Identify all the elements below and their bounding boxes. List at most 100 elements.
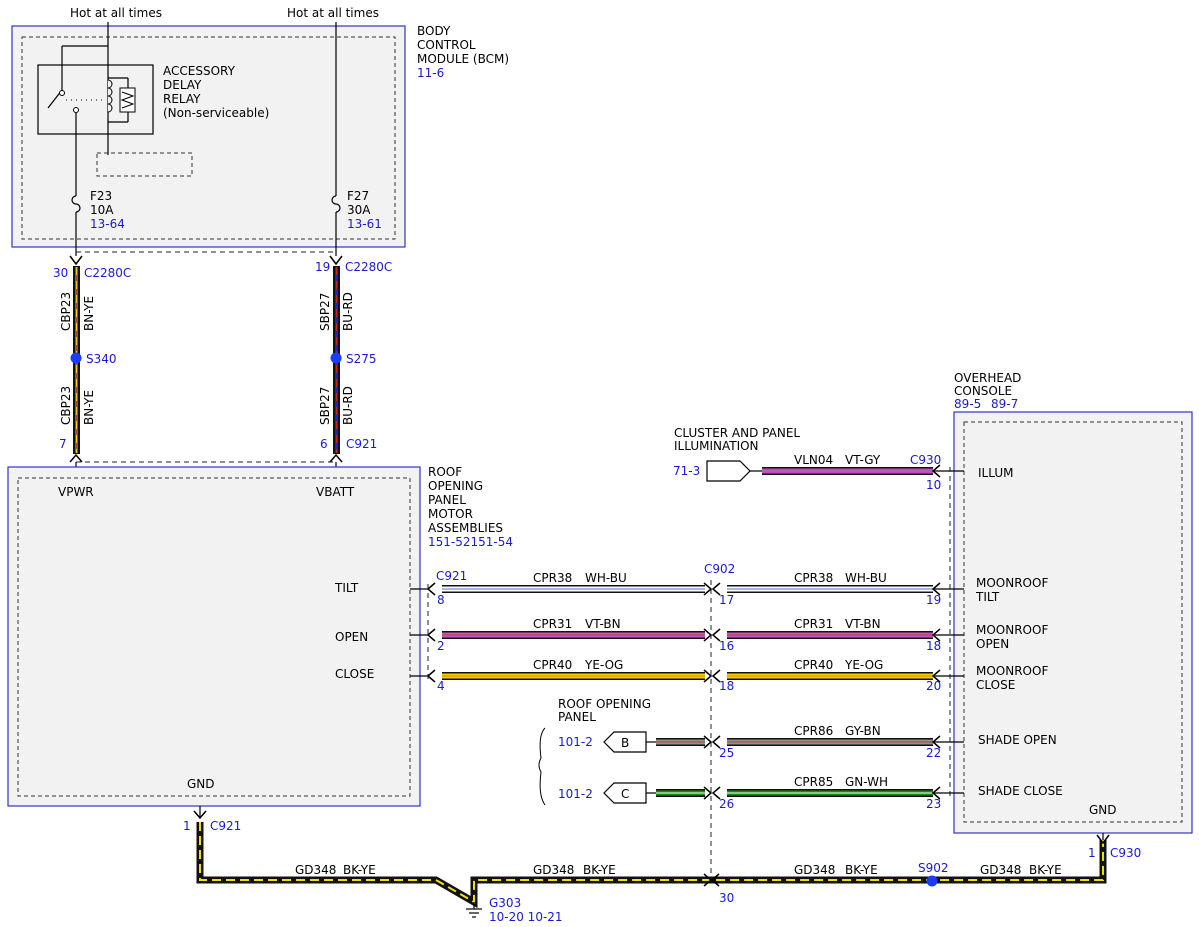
overhead-pin-open-1: MOONROOF: [976, 623, 1048, 637]
wire-color-right: WH-BU: [845, 571, 887, 585]
overhead-ref-2: 89-7: [991, 397, 1018, 411]
relay-label-1: ACCESSORY: [163, 64, 236, 78]
motor-title-3: PANEL: [428, 493, 466, 507]
splice-s275-label: S275: [346, 352, 377, 366]
wire-cpr31-right: [727, 631, 933, 639]
roof-panel-ref-c: 101-2: [558, 787, 593, 801]
right-upper-circuit: SBP27: [318, 293, 332, 331]
ground-wire-color-1: BK-YE: [343, 863, 376, 877]
overhead-pin-tilt-1: MOONROOF: [976, 576, 1048, 590]
roof-panel-letter-c: C: [621, 787, 629, 801]
motor-pin-vpwr: VPWR: [58, 485, 94, 499]
motor-ref: 151-52151-54: [428, 535, 513, 549]
fuse-f23-name: F23: [90, 189, 112, 203]
fuse-f27-ref: 13-61: [347, 217, 382, 231]
bcm-title-3: MODULE (BCM): [417, 52, 509, 66]
relay-label-2: DELAY: [163, 78, 202, 92]
ground-wire-color-4: BK-YE: [1029, 863, 1062, 877]
ground-wire-color-2: BK-YE: [583, 863, 616, 877]
bcm-title-2: CONTROL: [417, 38, 476, 52]
ground-wire-circuit-4: GD348: [980, 863, 1021, 877]
bcm-title-1: BODY: [417, 24, 451, 38]
ground-motor-pin: 1: [183, 819, 191, 833]
wire-cpr40-right: [727, 672, 933, 680]
motor-pin-gnd: GND: [187, 777, 215, 791]
wiring-diagram: BODY CONTROL MODULE (BCM) 11-6 Hot at al…: [7, 6, 1193, 924]
bcm-module: BODY CONTROL MODULE (BCM) 11-6: [11, 24, 509, 248]
fuse-f27-name: F27: [347, 189, 369, 203]
roof-panel-label-2: PANEL: [558, 710, 596, 724]
wire-pin-mid: 26: [719, 797, 734, 811]
ground-splice-label: S902: [918, 861, 949, 875]
relay-label-3: RELAY: [163, 92, 201, 106]
right-top-connector: C2280C: [345, 260, 392, 274]
wire-color-left: YE-OG: [584, 658, 623, 672]
ground-wire-color-3: BK-YE: [845, 863, 878, 877]
overhead-pin-tilt-2: TILT: [975, 590, 1000, 604]
roof-panel-label-1: ROOF OPENING: [558, 697, 651, 711]
motor-title-5: ASSEMBLIES: [428, 521, 503, 535]
wire-circuit-right: CPR38: [794, 571, 833, 585]
right-bottom-pin: 6: [320, 437, 328, 451]
hot-label-left: Hot at all times: [70, 6, 162, 20]
wire-circuit-left: CPR38: [533, 571, 572, 585]
wire-color-right: GN-WH: [845, 775, 888, 789]
wire-pin-right: 23: [926, 797, 941, 811]
roof-panel-ref-b: 101-2: [558, 735, 593, 749]
wire-cpr38-left: [442, 585, 705, 593]
ground-wire-circuit-2: GD348: [533, 863, 574, 877]
overhead-title-1: OVERHEAD: [954, 371, 1021, 385]
overhead-ref-1: 89-5: [954, 397, 981, 411]
cluster-illumination: CLUSTER AND PANEL ILLUMINATION 71-3 VLN0…: [673, 426, 964, 492]
wire-pin-right: 20: [926, 679, 941, 693]
ground-point-refs: 10-20 10-21: [489, 910, 563, 924]
motor-pin-open: OPEN: [335, 630, 368, 644]
right-lower-color: BU-RD: [341, 386, 355, 425]
relay-label-4: (Non-serviceable): [163, 106, 269, 120]
wire-cpr85-right: [727, 789, 933, 797]
wire-cpr85-left: [656, 789, 705, 797]
wire-pin-left: 4: [437, 679, 445, 693]
wire-color-left: VT-BN: [585, 617, 621, 631]
c902-label: C902: [704, 562, 735, 576]
cluster-pin: 10: [926, 478, 941, 492]
wire-pin-right: 19: [926, 593, 941, 607]
c921-label: C921: [436, 569, 467, 583]
overhead-console-module: OVERHEAD CONSOLE 89-5 89-7 ILLUM MOONROO…: [953, 371, 1193, 834]
ground-motor-connector: C921: [210, 819, 241, 833]
fuse-f27-rating: 30A: [347, 203, 371, 217]
wire-cpr38-right: [727, 585, 933, 593]
splice-s275: [330, 352, 342, 364]
wire-cpr40-left: [442, 672, 705, 680]
left-top-connector: C2280C: [84, 266, 131, 280]
left-lower-color: BN-YE: [82, 390, 96, 425]
wire-pin-mid: 17: [719, 593, 734, 607]
motor-title-4: MOTOR: [428, 507, 473, 521]
cluster-label-1: CLUSTER AND PANEL: [674, 426, 800, 440]
fuse-f23-ref: 13-64: [90, 217, 125, 231]
bcm-ref: 11-6: [417, 66, 444, 80]
motor-pin-vbatt: VBATT: [316, 485, 355, 499]
wire-circuit-right: CPR31: [794, 617, 833, 631]
splice-s902: [926, 875, 938, 887]
motor-pin-close: CLOSE: [335, 667, 374, 681]
motor-pin-tilt: TILT: [334, 581, 359, 595]
motor-title-1: ROOF: [428, 465, 462, 479]
wire-pin-left: 2: [437, 639, 445, 653]
wire-pin-right: 22: [926, 746, 941, 760]
right-top-pin: 19: [315, 260, 330, 274]
roof-opening-panel: ROOF OPENING PANEL 101-2 101-2 B C: [538, 697, 651, 806]
overhead-pin-close-2: CLOSE: [976, 678, 1015, 692]
wire-circuit-left: CPR31: [533, 617, 572, 631]
ground-console-connector: C930: [1110, 846, 1141, 860]
wire-circuit-right: CPR85: [794, 775, 833, 789]
wire-circuit-right: CPR86: [794, 724, 833, 738]
wire-circuit-right: CPR40: [794, 658, 833, 672]
wire-pin-mid: 25: [719, 746, 734, 760]
roof-motor-module: ROOF OPENING PANEL MOTOR ASSEMBLIES 151-…: [7, 465, 513, 807]
left-lower-circuit: CBP23: [59, 386, 73, 425]
cluster-label-2: ILLUMINATION: [674, 439, 759, 453]
wire-pin-mid: 16: [719, 639, 734, 653]
overhead-pin-shade-open: SHADE OPEN: [978, 733, 1057, 747]
left-top-pin: 30: [53, 266, 68, 280]
